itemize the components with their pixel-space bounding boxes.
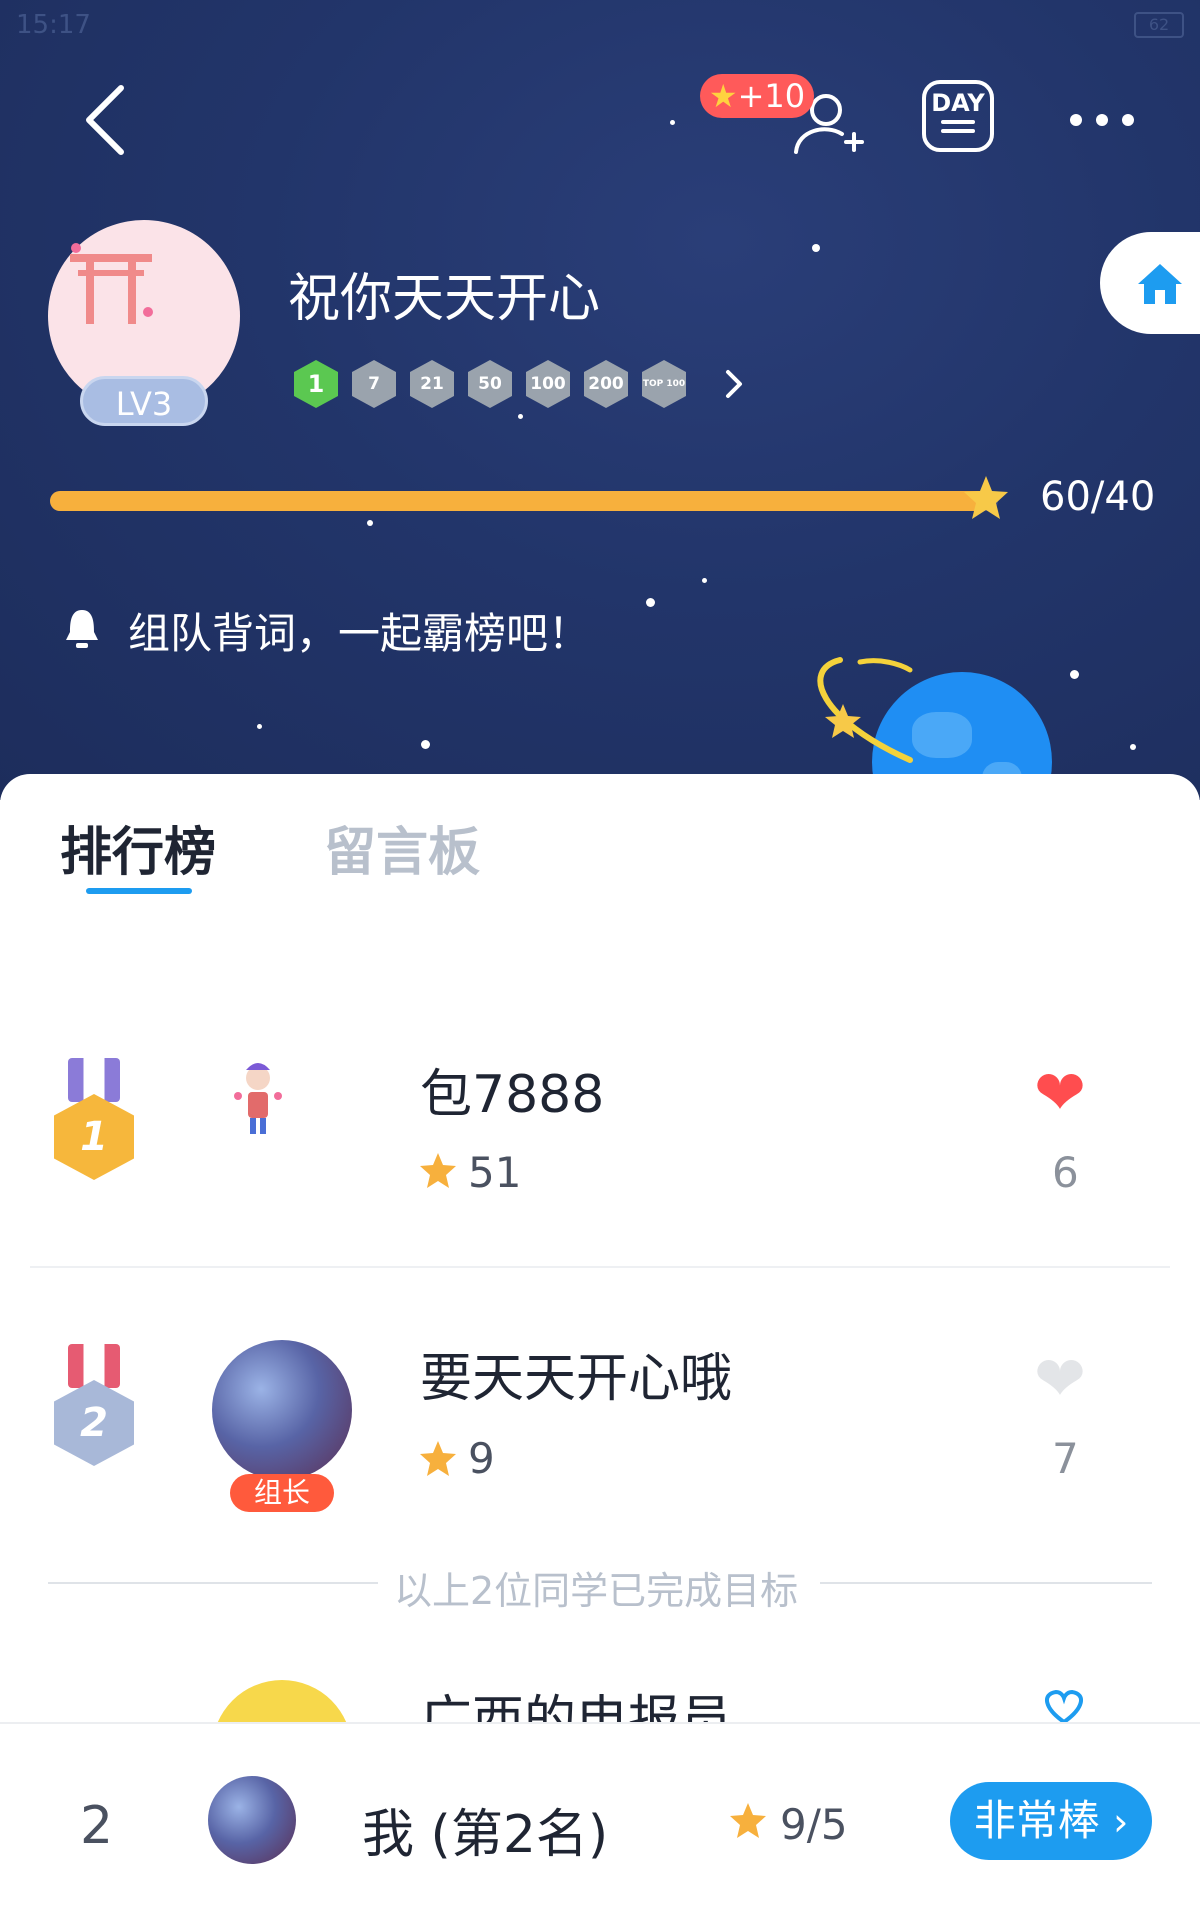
my-rank-name: 我 (第2名) bbox=[362, 1805, 609, 1865]
chevron-right-icon: › bbox=[1113, 1800, 1129, 1844]
completed-divider-line bbox=[820, 1582, 1152, 1584]
battery-icon: 62 bbox=[1134, 12, 1184, 38]
avatar[interactable] bbox=[212, 1340, 352, 1480]
goal-progress-bar bbox=[50, 491, 998, 511]
group-name: 祝你天天开心 bbox=[288, 269, 601, 329]
star-decoration bbox=[646, 598, 655, 607]
home-shortcut-button[interactable] bbox=[1100, 232, 1200, 334]
star-decoration bbox=[702, 578, 707, 583]
star-decoration bbox=[670, 120, 675, 125]
tab-message-board[interactable]: 留言板 bbox=[324, 810, 480, 885]
star-decoration bbox=[812, 244, 820, 252]
day-icon: DAY bbox=[922, 80, 994, 152]
like-heart-icon[interactable]: ❤ bbox=[1034, 1062, 1086, 1124]
back-button[interactable] bbox=[70, 80, 140, 160]
status-time: 15:17 bbox=[16, 10, 91, 40]
like-count: 6 bbox=[1052, 1148, 1079, 1197]
like-count: 7 bbox=[1052, 1434, 1079, 1483]
avatar[interactable] bbox=[228, 1056, 288, 1140]
star-icon bbox=[730, 1803, 766, 1838]
notice-text: 组队背词，一起霸榜吧！ bbox=[128, 609, 591, 658]
bonus-value: +10 bbox=[737, 77, 806, 115]
goal-progress-text: 60/40 bbox=[1040, 474, 1156, 520]
cartoon-avatar-icon bbox=[234, 1063, 282, 1134]
level-badge: LV3 bbox=[80, 376, 208, 426]
member-score: 51 bbox=[468, 1148, 522, 1197]
tab-active-indicator bbox=[86, 888, 192, 894]
star-decoration bbox=[421, 740, 430, 749]
member-name: 要天天开心哦 bbox=[420, 1349, 733, 1409]
chevron-right-icon bbox=[726, 370, 742, 398]
day-label: DAY bbox=[931, 89, 985, 117]
bonus-badge: ★+10 bbox=[700, 74, 814, 118]
next-row-peek: 广西的电报员 bbox=[0, 1640, 1200, 1722]
completed-goal-text: 以上2位同学已完成目标 bbox=[394, 1569, 799, 1613]
my-avatar[interactable] bbox=[208, 1776, 296, 1864]
star-decoration bbox=[1130, 744, 1136, 750]
bell-icon bbox=[66, 610, 98, 648]
home-icon bbox=[1138, 264, 1182, 304]
more-menu-button[interactable] bbox=[1056, 100, 1148, 140]
member-name: 广西的电报员 bbox=[420, 1691, 733, 1722]
praise-button[interactable]: 非常棒 › bbox=[950, 1782, 1152, 1860]
avatar[interactable] bbox=[212, 1680, 352, 1722]
star-icon bbox=[420, 1153, 456, 1188]
like-heart-outline-icon[interactable] bbox=[1034, 1686, 1094, 1722]
gold-medal-icon: 1 bbox=[54, 1058, 134, 1180]
more-dots-icon bbox=[1070, 114, 1082, 126]
star-decoration bbox=[1070, 670, 1079, 679]
member-name: 包7888 bbox=[420, 1065, 605, 1125]
praise-button-label: 非常棒 bbox=[973, 1796, 1100, 1845]
silver-medal-icon: 2 bbox=[54, 1344, 134, 1466]
my-score: 9/5 bbox=[780, 1800, 848, 1849]
star-decoration bbox=[257, 724, 262, 729]
like-heart-icon[interactable]: ❤ bbox=[1034, 1348, 1086, 1410]
chevron-left-icon bbox=[86, 85, 124, 155]
leader-badge: 组长 bbox=[230, 1474, 334, 1512]
star-icon: ★ bbox=[708, 77, 738, 115]
tab-ranking[interactable]: 排行榜 bbox=[60, 810, 216, 885]
completed-divider-line bbox=[48, 1582, 378, 1584]
row-divider bbox=[30, 1266, 1170, 1268]
member-score: 9 bbox=[468, 1434, 495, 1483]
my-rank-number: 2 bbox=[80, 1796, 114, 1856]
star-icon bbox=[420, 1441, 456, 1476]
day-button[interactable]: DAY bbox=[922, 80, 994, 152]
goal-progress-fill bbox=[50, 491, 990, 511]
progress-star-icon bbox=[964, 476, 1008, 519]
torii-gate-icon bbox=[70, 243, 153, 324]
star-decoration bbox=[367, 520, 373, 526]
star-decoration bbox=[518, 414, 523, 419]
milestones-more-button[interactable] bbox=[716, 362, 752, 406]
orbit-ring-icon bbox=[817, 657, 913, 763]
